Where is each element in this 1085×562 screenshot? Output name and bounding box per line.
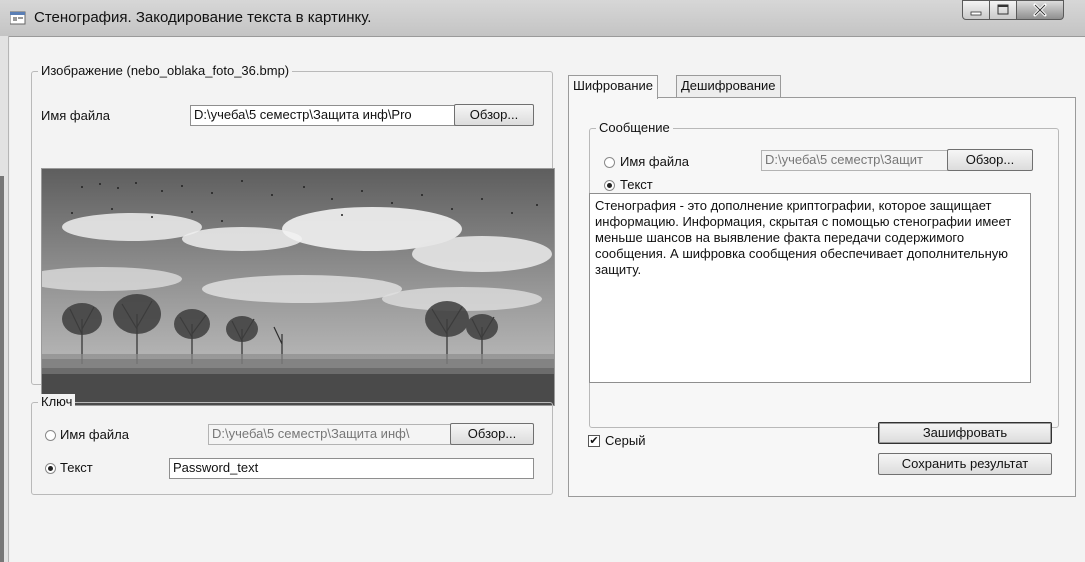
gray-checkbox-label[interactable]: Серый [605, 433, 645, 449]
minimize-icon [970, 11, 982, 16]
key-file-label[interactable]: Имя файла [60, 427, 129, 443]
message-file-label[interactable]: Имя файла [620, 154, 689, 170]
title-bar: Стенография. Закодирование текста в карт… [0, 0, 1085, 37]
close-icon [1033, 3, 1047, 17]
landscape-photo [42, 169, 554, 405]
save-result-button[interactable]: Сохранить результат [878, 453, 1052, 475]
message-text-area[interactable]: Стенография - это дополнение криптографи… [589, 193, 1031, 383]
image-browse-button[interactable]: Обзор... [454, 104, 534, 126]
message-file-radio[interactable] [604, 157, 615, 168]
image-group-legend: Изображение (nebo_oblaka_foto_36.bmp) [38, 63, 293, 79]
key-group-legend: Ключ [38, 394, 76, 410]
message-file-path-field[interactable]: D:\учеба\5 семестр\Защит [761, 150, 949, 171]
encrypt-button[interactable]: Зашифровать [878, 422, 1052, 444]
encrypt-tab-page: Сообщение Имя файла D:\учеба\5 семестр\З… [568, 97, 1076, 497]
message-text-radio[interactable] [604, 180, 615, 191]
message-browse-button[interactable]: Обзор... [947, 149, 1033, 171]
maximize-button[interactable] [989, 0, 1017, 20]
window-title: Стенография. Закодирование текста в карт… [34, 9, 372, 26]
image-preview [41, 168, 555, 406]
image-file-path-field[interactable]: D:\учеба\5 семестр\Защита инф\Рrо [190, 105, 456, 126]
tab-encrypt[interactable]: Шифрование [568, 75, 658, 99]
app-icon [10, 11, 26, 25]
message-text-label[interactable]: Текст [620, 177, 653, 193]
message-group-legend: Сообщение [596, 120, 673, 136]
key-browse-button[interactable]: Обзор... [450, 423, 534, 445]
maximize-icon [997, 4, 1009, 15]
image-group: Изображение (nebo_oblaka_foto_36.bmp) Им… [31, 63, 555, 406]
key-text-label[interactable]: Текст [60, 460, 93, 476]
key-group: Ключ Имя файла D:\учеба\5 семестр\Защита… [31, 394, 553, 495]
key-text-input[interactable]: Password_text [169, 458, 534, 479]
gray-checkbox[interactable]: ✔ [588, 435, 600, 447]
client-area: Изображение (nebo_oblaka_foto_36.bmp) Им… [10, 37, 1085, 562]
key-file-radio[interactable] [45, 430, 56, 441]
key-file-path-field[interactable]: D:\учеба\5 семестр\Защита инф\ [208, 424, 452, 445]
tab-decrypt[interactable]: Дешифрование [676, 75, 781, 97]
close-button[interactable] [1016, 0, 1064, 20]
key-text-radio[interactable] [45, 463, 56, 474]
window-left-edge [0, 36, 9, 562]
image-file-label: Имя файла [41, 108, 110, 123]
minimize-button[interactable] [962, 0, 990, 20]
